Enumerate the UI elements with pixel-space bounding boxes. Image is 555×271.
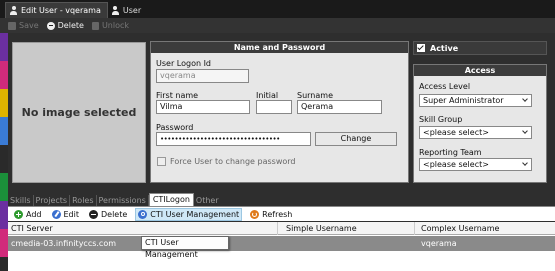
surname-field[interactable]: Qerama — [297, 100, 382, 114]
force-change-checkbox[interactable] — [157, 157, 166, 166]
cell-complex-username: vqerama — [421, 239, 457, 248]
access-level-select[interactable]: Super Administrator — [419, 94, 532, 107]
cti-add-button[interactable]: Add — [12, 208, 44, 221]
save-icon — [8, 21, 16, 30]
color-strip-segment — [0, 61, 8, 89]
color-strip-segment — [0, 201, 8, 229]
col-simple-username[interactable]: Simple Username — [283, 222, 415, 235]
cti-refresh-button[interactable]: Refresh — [248, 208, 294, 221]
tab-edit-user[interactable]: Edit User - vqerama — [5, 2, 108, 18]
initial-label: Initial — [256, 91, 279, 100]
access-level-value: Super Administrator — [423, 96, 504, 105]
edit-icon — [51, 209, 61, 219]
first-name-field[interactable]: Vilma — [156, 100, 250, 114]
tab-skills[interactable]: Skills — [8, 195, 34, 206]
first-name-label: First name — [156, 91, 199, 100]
skill-group-value: <please select> — [423, 128, 489, 137]
active-toggle[interactable]: Active — [413, 41, 547, 55]
gear-icon — [138, 209, 148, 219]
logon-id-field[interactable]: vqerama — [156, 69, 249, 83]
cell-simple-username — [283, 236, 286, 251]
reporting-team-select[interactable]: <please select> — [419, 158, 532, 171]
tab-edit-user-label: Edit User - vqerama — [21, 6, 101, 15]
surname-label: Surname — [297, 91, 333, 100]
delete-icon — [89, 209, 98, 219]
cti-refresh-label: Refresh — [262, 209, 293, 219]
color-strip-segment — [0, 145, 8, 173]
cti-user-management-label: CTI User Management — [150, 209, 240, 219]
cti-edit-button[interactable]: Edit — [50, 208, 82, 221]
col-complex-username[interactable]: Complex Username — [418, 222, 555, 235]
chevron-down-icon — [522, 96, 528, 102]
reporting-team-label: Reporting Team — [419, 148, 482, 157]
save-button[interactable]: Save — [8, 21, 39, 30]
unlock-label: Unlock — [101, 21, 130, 30]
user-icon — [111, 5, 119, 15]
record-toolbar: Save Delete Unlock — [0, 18, 555, 33]
cell-cti-server: cmedia-03.infinityccs.com — [11, 239, 117, 248]
skill-group-select[interactable]: <please select> — [419, 126, 532, 139]
tab-roles[interactable]: Roles — [70, 195, 97, 206]
color-strip-segment — [0, 173, 8, 201]
add-icon — [14, 209, 23, 219]
delete-icon — [46, 21, 55, 30]
table-row[interactable]: cmedia-03.infinityccs.com vqerama — [8, 236, 555, 251]
change-password-button[interactable]: Change — [315, 132, 397, 146]
tab-projects[interactable]: Projects — [34, 195, 71, 206]
delete-label: Delete — [57, 21, 84, 30]
tab-other[interactable]: Other — [194, 195, 221, 206]
active-checkbox-icon — [417, 44, 425, 52]
chevron-down-icon — [522, 160, 528, 166]
cti-toolbar: Add Edit Delete CTI User Management Refr… — [8, 206, 555, 221]
skill-group-label: Skill Group — [419, 115, 463, 124]
window-tab-bar: Edit User - vqerama User — [0, 0, 555, 18]
password-label: Password — [156, 123, 194, 132]
force-change-label: Force User to change password — [170, 157, 296, 166]
cti-add-label: Add — [26, 209, 42, 219]
chevron-down-icon — [522, 128, 528, 134]
password-field[interactable]: ••••••••••••••••••••••••••••••••• — [156, 132, 311, 146]
tab-ctilogon[interactable]: CTILogon — [148, 193, 194, 206]
tab-permissions[interactable]: Permissions — [97, 195, 149, 206]
name-password-panel: Name and Password User Logon Id vqerama … — [150, 41, 409, 183]
user-icon — [10, 6, 17, 15]
initial-field[interactable] — [256, 100, 292, 114]
delete-button[interactable]: Delete — [46, 21, 84, 30]
cti-user-management-button[interactable]: CTI User Management — [135, 207, 243, 221]
user-image-placeholder[interactable]: No image selected — [12, 42, 146, 183]
tab-user[interactable]: User — [108, 2, 147, 18]
logon-id-label: User Logon Id — [156, 59, 212, 68]
cti-logon-grid: CTI Server Simple Username Complex Usern… — [8, 222, 555, 271]
refresh-icon — [250, 209, 260, 219]
name-password-title: Name and Password — [151, 42, 408, 53]
col-cti-server[interactable]: CTI Server — [8, 222, 278, 235]
grid-header: CTI Server Simple Username Complex Usern… — [8, 222, 555, 235]
tooltip: CTI User Management — [141, 236, 229, 259]
access-title: Access — [414, 65, 546, 76]
section-tabs: Skills Projects Roles Permissions CTILog… — [8, 193, 221, 206]
cti-delete-label: Delete — [101, 209, 128, 219]
color-strip-segment — [0, 229, 8, 257]
color-strip-segment — [0, 117, 8, 145]
access-panel: Access Access Level Super Administrator … — [413, 64, 547, 183]
cti-edit-label: Edit — [63, 209, 80, 219]
save-label: Save — [19, 21, 39, 30]
reporting-team-value: <please select> — [423, 160, 489, 169]
color-strip-segment — [0, 89, 8, 117]
image-placeholder-text: No image selected — [21, 106, 137, 119]
cti-delete-button[interactable]: Delete — [87, 208, 129, 221]
tab-user-label: User — [122, 5, 142, 15]
active-label: Active — [430, 43, 459, 53]
lock-icon — [91, 21, 99, 30]
access-level-label: Access Level — [419, 82, 471, 91]
left-color-strip — [0, 33, 8, 271]
color-strip-segment — [0, 33, 8, 61]
unlock-button[interactable]: Unlock — [91, 21, 130, 30]
